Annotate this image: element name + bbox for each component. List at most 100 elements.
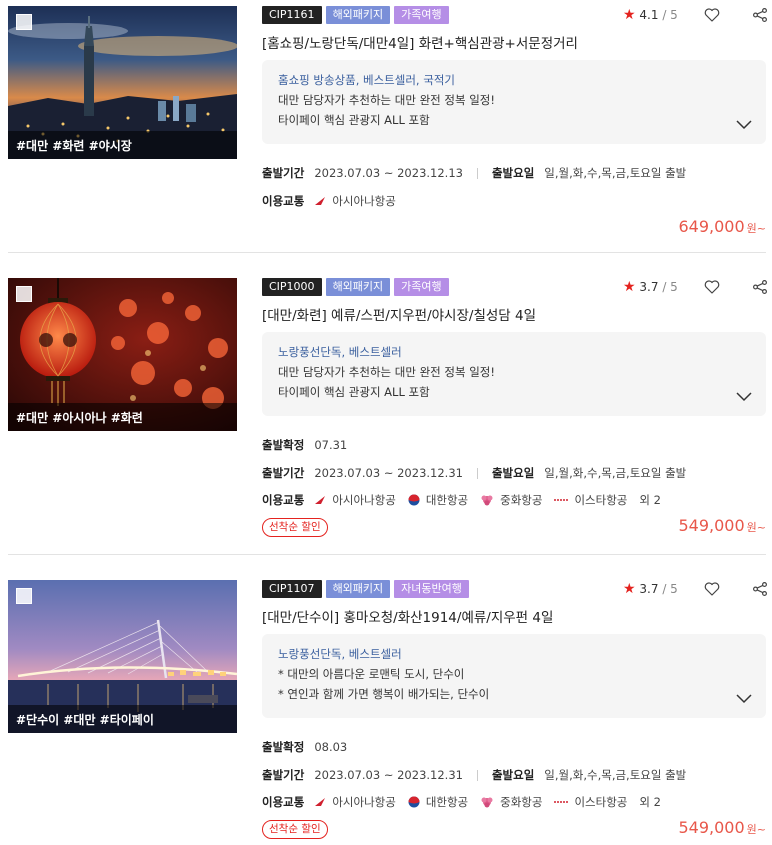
product-thumbnail[interactable]: #대만 #아시아나 #화련	[8, 278, 237, 431]
days-label: 출발요일	[491, 768, 535, 782]
airline-china-airlines: 중화항공	[480, 492, 542, 508]
product-card[interactable]: #대만 #화련 #야시장 CIP1161 해외패키지 가족여행 ★ 4.1 / …	[8, 6, 769, 246]
transport-label: 이용교통	[262, 493, 305, 507]
product-card[interactable]: #대만 #아시아나 #화련 CIP1000 해외패키지 가족여행 ★ 3.7 /…	[8, 278, 769, 540]
asiana-logo-icon	[315, 496, 326, 504]
airline-name: 이스타항공	[574, 795, 628, 809]
select-checkbox[interactable]	[16, 588, 32, 604]
airline-korean-air: 대한항공	[408, 492, 468, 508]
departure-days: 일,월,화,수,목,금,토요일 출발	[544, 466, 687, 480]
description-line: 타이페이 핵심 관광지 ALL 포함	[278, 113, 430, 127]
airlines-more: 외 2	[639, 795, 661, 809]
airline-asiana: 아시아나항공	[314, 794, 396, 810]
product-description-box: 홈쇼핑 방송상품, 베스트셀러, 국적기 대만 담당자가 추천하는 대만 완전 …	[262, 60, 766, 144]
heart-icon[interactable]	[703, 6, 721, 24]
divider	[8, 554, 766, 555]
select-checkbox[interactable]	[16, 14, 32, 30]
badge-group: CIP1000 해외패키지 가족여행	[262, 278, 449, 296]
days-label: 출발요일	[491, 166, 535, 180]
product-code-badge: CIP1107	[262, 580, 322, 598]
theme-badge: 가족여행	[394, 278, 449, 296]
package-type-badge: 해외패키지	[325, 6, 391, 24]
heart-icon[interactable]	[703, 580, 721, 598]
airline-asiana: 아시아나항공	[314, 492, 396, 508]
transport-label: 이용교통	[262, 795, 305, 809]
airline-name: 아시아나항공	[332, 795, 396, 809]
price: 549,000 원~	[678, 516, 766, 535]
departure-confirm-date: 07.31	[314, 438, 348, 452]
product-title[interactable]: [대만/화련] 예류/스펀/지우펀/야시장/칠성담 4일	[262, 304, 536, 324]
transport-row: 이용교통 아시아나항공 대한항공 중화항공 이스타항공 외 2	[262, 492, 661, 508]
departure-days: 일,월,화,수,목,금,토요일 출발	[544, 166, 687, 180]
hashtags: #대만 #아시아나 #화련	[8, 403, 237, 431]
departure-confirm-row: 출발확정 08.03	[262, 739, 347, 755]
price-unit: 원~	[746, 521, 766, 534]
eastar-jet-logo-icon	[554, 801, 569, 803]
star-icon: ★	[623, 7, 636, 23]
transport-row: 이용교통 아시아나항공 대한항공 중화항공 이스타항공 외 2	[262, 794, 661, 810]
korean-air-logo-icon	[408, 494, 420, 506]
airline-name: 이스타항공	[574, 493, 628, 507]
hashtags: #대만 #화련 #야시장	[8, 131, 237, 159]
days-label: 출발요일	[491, 466, 535, 480]
airline-name: 중화항공	[500, 493, 543, 507]
divider	[476, 769, 478, 781]
product-title[interactable]: [대만/단수이] 홍마오청/화산1914/예류/지우펀 4일	[262, 606, 553, 626]
price: 649,000 원~	[678, 217, 766, 236]
price-value: 549,000	[678, 516, 745, 535]
period-label: 출발기간	[262, 768, 305, 782]
airline-eastar-jet: 이스타항공	[554, 794, 627, 810]
rating-value: 3.7	[639, 582, 659, 596]
product-description-box: 노랑풍선단독, 베스트셀러 대만 담당자가 추천하는 대만 완전 정복 일정! …	[262, 332, 766, 416]
share-icon[interactable]	[751, 6, 769, 24]
heart-icon[interactable]	[703, 278, 721, 296]
product-description-box: 노랑풍선단독, 베스트셀러 * 대만의 아름다운 로맨틱 도시, 단수이 * 연…	[262, 634, 766, 718]
transport-row: 이용교통 아시아나항공	[262, 193, 408, 209]
departure-confirm-label: 출발확정	[262, 438, 305, 452]
product-code-badge: CIP1161	[262, 6, 322, 24]
korean-air-logo-icon	[408, 796, 420, 808]
airline-china-airlines: 중화항공	[480, 794, 542, 810]
theme-badge: 자녀동반여행	[394, 580, 469, 598]
hashtags: #단수이 #대만 #타이페이	[8, 705, 237, 733]
rating: ★ 3.7 / 5	[623, 279, 678, 295]
divider	[476, 167, 478, 179]
product-card[interactable]: #단수이 #대만 #타이페이 CIP1107 해외패키지 자녀동반여행 ★ 3.…	[8, 580, 769, 842]
chevron-down-icon[interactable]	[736, 694, 752, 704]
departure-confirm-label: 출발확정	[262, 740, 305, 754]
promo-badge: 선착순 할인	[262, 820, 328, 839]
package-type-badge: 해외패키지	[325, 278, 391, 296]
product-code-badge: CIP1000	[262, 278, 322, 296]
description-line: 타이페이 핵심 관광지 ALL 포함	[278, 385, 430, 399]
departure-days: 일,월,화,수,목,금,토요일 출발	[544, 768, 687, 782]
price-unit: 원~	[746, 222, 766, 235]
departure-period: 2023.07.03 ~ 2023.12.13	[314, 166, 463, 180]
price-value: 649,000	[678, 217, 745, 236]
eastar-jet-logo-icon	[554, 499, 569, 501]
rating: ★ 4.1 / 5	[623, 7, 678, 23]
share-icon[interactable]	[751, 278, 769, 296]
airline-korean-air: 대한항공	[408, 794, 468, 810]
select-checkbox[interactable]	[16, 286, 32, 302]
chevron-down-icon[interactable]	[736, 392, 752, 402]
share-icon[interactable]	[751, 580, 769, 598]
product-thumbnail[interactable]: #대만 #화련 #야시장	[8, 6, 237, 159]
promo-badge: 선착순 할인	[262, 518, 328, 537]
price-unit: 원~	[746, 823, 766, 836]
asiana-logo-icon	[315, 798, 326, 806]
departure-confirm-date: 08.03	[314, 740, 348, 754]
description-line: * 대만의 아름다운 로맨틱 도시, 단수이	[278, 667, 465, 681]
theme-badge: 가족여행	[394, 6, 449, 24]
product-highlight: 노랑풍선단독, 베스트셀러	[278, 647, 402, 661]
product-title[interactable]: [홈쇼핑/노랑단독/대만4일] 화련+핵심관광+서문정거리	[262, 32, 578, 52]
chevron-down-icon[interactable]	[736, 120, 752, 130]
departure-period: 2023.07.03 ~ 2023.12.31	[314, 466, 463, 480]
airline-eastar-jet: 이스타항공	[554, 492, 627, 508]
price-value: 549,000	[678, 818, 745, 837]
product-thumbnail[interactable]: #단수이 #대만 #타이페이	[8, 580, 237, 733]
schedule-row: 출발기간 2023.07.03 ~ 2023.12.13 출발요일 일,월,화,…	[262, 165, 686, 181]
china-airlines-logo-icon	[481, 797, 493, 808]
divider	[8, 252, 766, 253]
asiana-logo-icon	[315, 197, 326, 205]
divider	[476, 467, 478, 479]
